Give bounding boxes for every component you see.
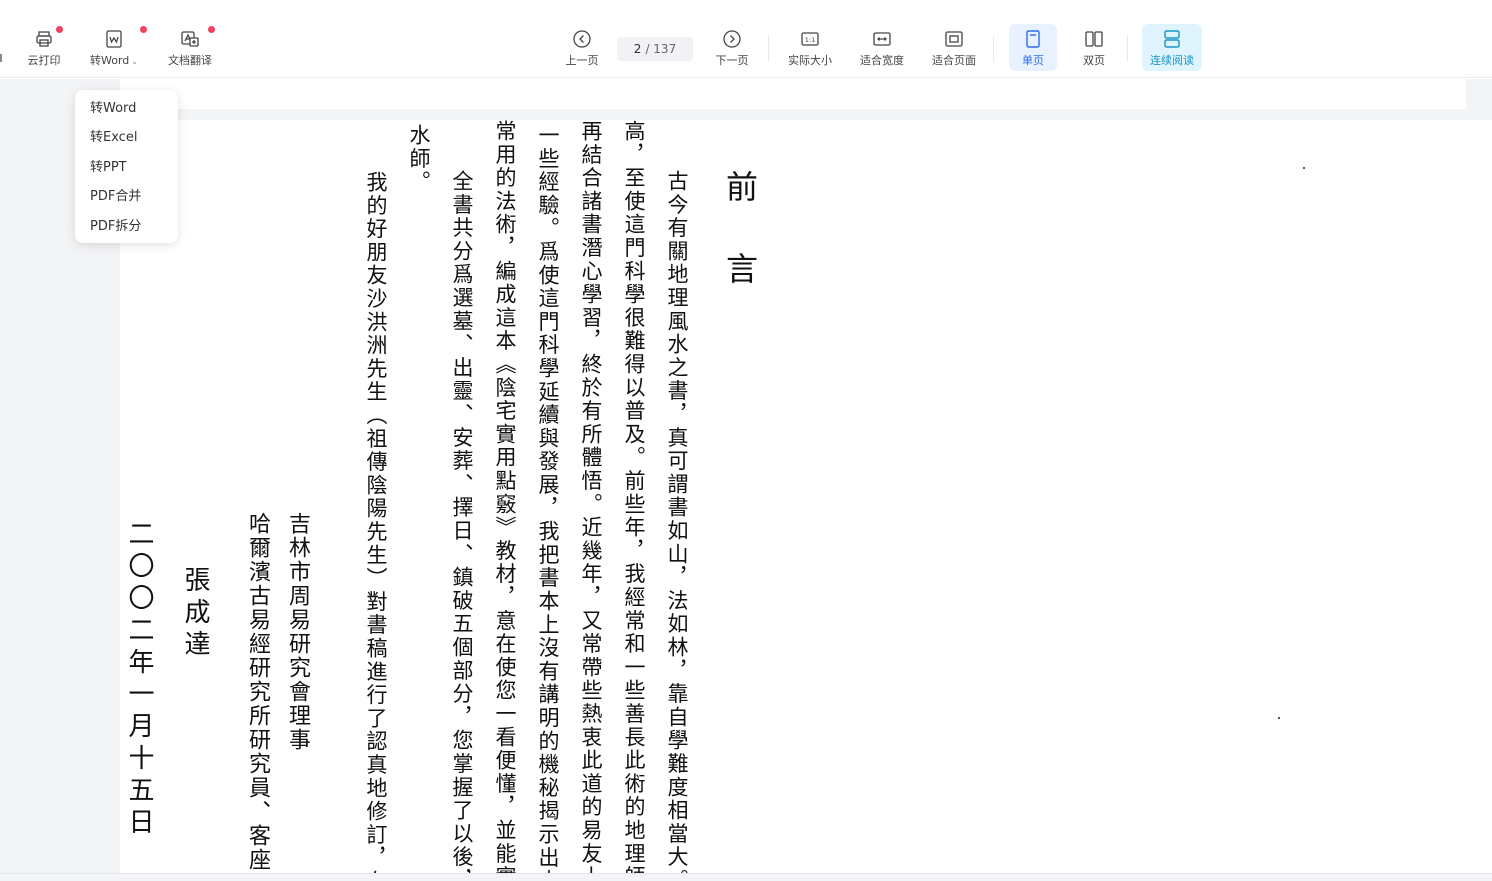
double-page-label: 双页 bbox=[1083, 54, 1105, 67]
new-badge bbox=[208, 26, 215, 33]
document-viewer[interactable]: 前言 古今有關地理風水之書，真可謂書如山，法如林，靠自學難度相當大。 高，至使這… bbox=[0, 79, 1492, 873]
paragraph-line-7: 全書共分爲選墓、出靈、安葬、擇日、鎮破五個部分，您掌握了以後， bbox=[450, 170, 474, 873]
current-page: 2 bbox=[633, 42, 642, 56]
fit-width-label: 适合宽度 bbox=[860, 54, 904, 67]
scan-speck bbox=[1303, 167, 1305, 169]
toolbar: 云打印 转Word ⌄ 文档翻译 上一页 2 / 137 下一页 1:1 实际大… bbox=[0, 0, 1492, 78]
actual-size-button[interactable]: 1:1 实际大小 bbox=[786, 28, 834, 72]
doc-translate-label: 文档翻译 bbox=[168, 54, 212, 67]
actual-size-label: 实际大小 bbox=[788, 54, 832, 67]
svg-text:1:1: 1:1 bbox=[805, 36, 815, 44]
fit-page-button[interactable]: 适合页面 bbox=[930, 28, 978, 72]
chevron-right-circle-icon bbox=[721, 28, 743, 50]
continuous-read-label: 连续阅读 bbox=[1150, 54, 1194, 67]
translate-icon bbox=[179, 26, 215, 50]
menu-item-pdf-split[interactable]: PDF拆分 bbox=[75, 216, 178, 245]
to-word-label: 转Word bbox=[90, 54, 130, 67]
new-badge bbox=[56, 26, 63, 33]
paragraph-line-6: 水師。 bbox=[407, 124, 431, 194]
toolbar-divider bbox=[993, 36, 994, 62]
signature-name: 張成達 bbox=[180, 566, 210, 662]
scan-speck bbox=[1278, 717, 1280, 719]
printer-icon bbox=[33, 26, 63, 50]
page-number-input[interactable]: 2 / 137 bbox=[617, 37, 693, 61]
prev-page-label: 上一页 bbox=[565, 54, 599, 67]
toolbar-divider bbox=[1127, 36, 1128, 62]
document-page: 前言 古今有關地理風水之書，真可謂書如山，法如林，靠自學難度相當大。 高，至使這… bbox=[120, 120, 1492, 873]
total-pages: / 137 bbox=[645, 42, 677, 56]
menu-item-to-excel[interactable]: 转Excel bbox=[75, 127, 178, 156]
prev-page-button[interactable]: 上一页 bbox=[563, 28, 601, 72]
chevron-left-circle-icon bbox=[571, 28, 593, 50]
double-page-button[interactable]: 双页 bbox=[1077, 28, 1111, 72]
left-edge-divider bbox=[0, 54, 2, 62]
next-page-button[interactable]: 下一页 bbox=[713, 28, 751, 72]
signature-date: 二〇〇二年一月十五日 bbox=[124, 520, 154, 840]
page-title: 前言 bbox=[721, 170, 759, 334]
paragraph-line-4: 一些經驗。爲使這門科學延續與發展，我把書本上沒有講明的機秘揭示出來 bbox=[536, 124, 560, 873]
paragraph-line-3: 再結合諸書潛心學習，終於有所體悟。近幾年，又常帶些熱衷此道的易友上 bbox=[579, 120, 603, 873]
continuous-read-button[interactable]: 连续阅读 bbox=[1142, 28, 1202, 72]
cloud-print-button[interactable]: 云打印 bbox=[26, 26, 63, 72]
paragraph-line-8: 我的好朋友沙洪洲先生（祖傳陰陽先生）對書稿進行了認真地修訂，在 bbox=[364, 171, 388, 873]
actual-size-icon: 1:1 bbox=[799, 28, 821, 50]
next-page-label: 下一页 bbox=[715, 54, 749, 67]
paragraph-line-1: 古今有關地理風水之書，真可謂書如山，法如林，靠自學難度相當大。 bbox=[665, 170, 689, 873]
menu-item-to-ppt[interactable]: 转PPT bbox=[75, 157, 178, 186]
convert-dropdown-menu: 转Word 转Excel 转PPT PDF合并 PDF拆分 bbox=[75, 90, 178, 243]
single-page-button[interactable]: 单页 bbox=[1009, 28, 1057, 72]
status-bar bbox=[0, 873, 1492, 881]
fit-page-label: 适合页面 bbox=[932, 54, 976, 67]
menu-item-pdf-merge[interactable]: PDF合并 bbox=[75, 186, 178, 215]
menu-item-to-word[interactable]: 转Word bbox=[75, 98, 178, 127]
single-page-icon bbox=[1022, 28, 1044, 50]
signature-title-1: 吉林市周易研究會理事 bbox=[285, 512, 310, 752]
paragraph-line-2: 高，至使這門科學很難得以普及。前些年，我經常和一些善長此術的地理師 bbox=[622, 120, 646, 873]
doc-translate-button[interactable]: 文档翻译 bbox=[166, 26, 215, 72]
word-icon bbox=[103, 26, 147, 50]
fit-width-button[interactable]: 适合宽度 bbox=[858, 28, 906, 72]
chevron-down-icon: ⌄ bbox=[131, 57, 138, 66]
continuous-read-icon bbox=[1161, 28, 1183, 50]
paragraph-line-5: 常用的法術，編成這本《陰宅實用點竅》教材，意在使您一看便懂，並能實 bbox=[493, 120, 517, 873]
new-badge bbox=[140, 26, 147, 33]
fit-width-icon bbox=[871, 28, 893, 50]
toolbar-divider bbox=[768, 36, 769, 62]
to-word-button[interactable]: 转Word ⌄ bbox=[86, 26, 147, 72]
fit-page-icon bbox=[943, 28, 965, 50]
previous-page-edge bbox=[120, 79, 1466, 109]
signature-title-2: 哈爾濱古易經研究所研究員、客座 bbox=[245, 512, 270, 872]
cloud-print-label: 云打印 bbox=[27, 54, 61, 67]
double-page-icon bbox=[1083, 28, 1105, 50]
single-page-label: 单页 bbox=[1022, 54, 1044, 67]
